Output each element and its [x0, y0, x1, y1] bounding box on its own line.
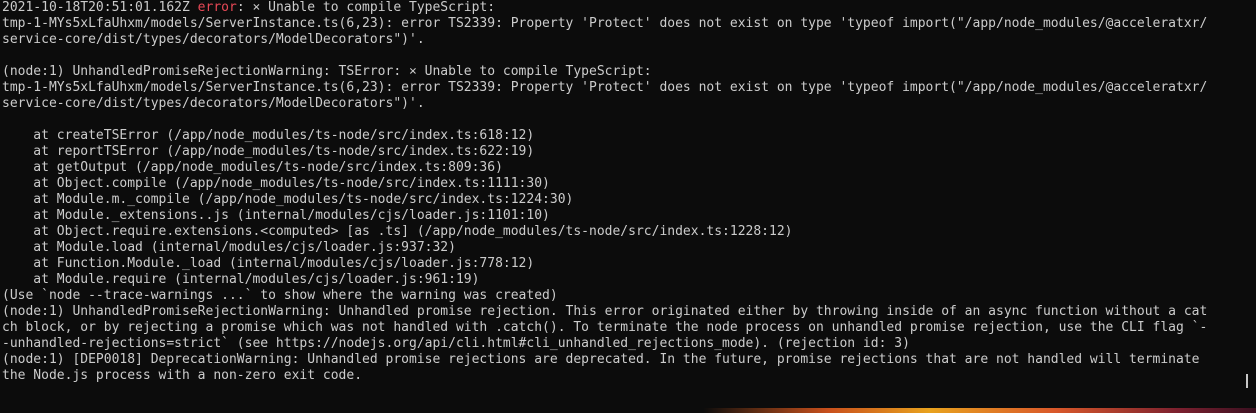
terminal-line: tmp-1-MYs5xLfaUhxm/models/ServerInstance…: [2, 80, 1208, 95]
terminal-line: the Node.js process with a non-zero exit…: [2, 368, 363, 383]
stack-frame: at Function.Module._load (internal/modul…: [2, 256, 535, 271]
terminal-line: ch block, or by rejecting a promise whic…: [2, 320, 1208, 335]
stack-frame: at Object.require.extensions.<computed> …: [2, 224, 793, 239]
terminal-line: (Use `node --trace-warnings ...` to show…: [2, 288, 558, 303]
stack-frame: at reportTSError (/app/node_modules/ts-n…: [2, 144, 535, 159]
terminal-line: service-core/dist/types/decorators/Model…: [2, 96, 425, 111]
terminal-line: tmp-1-MYs5xLfaUhxm/models/ServerInstance…: [2, 16, 1208, 31]
stack-frame: at Object.compile (/app/node_modules/ts-…: [2, 176, 550, 191]
terminal-window[interactable]: 2021-10-18T20:51:01.162Z error: ⨯ Unable…: [0, 0, 1256, 413]
stack-frame: at Module.load (internal/modules/cjs/loa…: [2, 240, 456, 255]
error-keyword: error: [197, 0, 237, 15]
stack-frame: at Module._extensions..js (internal/modu…: [2, 208, 550, 223]
scrollbar-thumb[interactable]: [1246, 374, 1248, 388]
terminal-output[interactable]: 2021-10-18T20:51:01.162Z error: ⨯ Unable…: [2, 0, 1240, 384]
stack-frame: at createTSError (/app/node_modules/ts-n…: [2, 128, 535, 143]
error-message: : ⨯ Unable to compile TypeScript:: [236, 0, 496, 15]
terminal-line: (node:1) UnhandledPromiseRejectionWarnin…: [2, 64, 652, 79]
stack-frame: at getOutput (/app/node_modules/ts-node/…: [2, 160, 503, 175]
terminal-line: service-core/dist/types/decorators/Model…: [2, 32, 425, 47]
desktop-wallpaper-edge: [0, 408, 1256, 413]
terminal-line: 2021-10-18T20:51:01.162Z error: ⨯ Unable…: [2, 0, 1240, 16]
stack-frame: at Module.require (internal/modules/cjs/…: [2, 272, 480, 287]
stack-frame: at Module.m._compile (/app/node_modules/…: [2, 192, 574, 207]
log-timestamp: 2021-10-18T20:51:01.162Z: [2, 0, 198, 15]
terminal-line: (node:1) UnhandledPromiseRejectionWarnin…: [2, 304, 1208, 319]
terminal-line: (node:1) [DEP0018] DeprecationWarning: U…: [2, 352, 1200, 367]
terminal-line: -unhandled-rejections=strict` (see https…: [2, 336, 910, 351]
